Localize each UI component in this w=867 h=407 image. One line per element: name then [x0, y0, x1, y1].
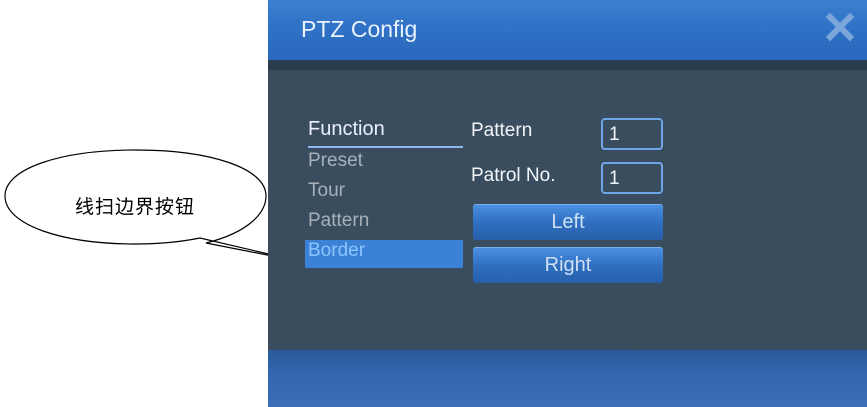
bottom-bar — [268, 350, 867, 407]
function-item-tour[interactable]: Tour — [308, 180, 463, 208]
right-button[interactable]: Right — [473, 247, 663, 283]
pattern-field[interactable]: 1 — [601, 118, 663, 150]
callout-text: 线扫边界按钮 — [74, 196, 195, 218]
title-bar: PTZ Config — [268, 0, 867, 60]
left-button[interactable]: Left — [473, 204, 663, 240]
pattern-label: Pattern — [471, 120, 533, 141]
dialog-title: PTZ Config — [301, 16, 418, 42]
content-divider — [268, 60, 867, 70]
ptz-config-dialog: PTZ Config Function Preset Tour Pattern … — [268, 0, 867, 407]
patrol-no-label: Patrol No. — [471, 165, 556, 186]
dialog-content: Function Preset Tour Pattern Border Patt… — [268, 60, 867, 350]
function-item-pattern[interactable]: Pattern — [308, 210, 463, 238]
function-item-preset[interactable]: Preset — [308, 150, 463, 178]
function-item-border[interactable]: Border — [305, 240, 463, 268]
close-icon[interactable] — [825, 12, 855, 42]
patrol-no-field[interactable]: 1 — [601, 162, 663, 194]
function-header: Function — [308, 118, 463, 148]
